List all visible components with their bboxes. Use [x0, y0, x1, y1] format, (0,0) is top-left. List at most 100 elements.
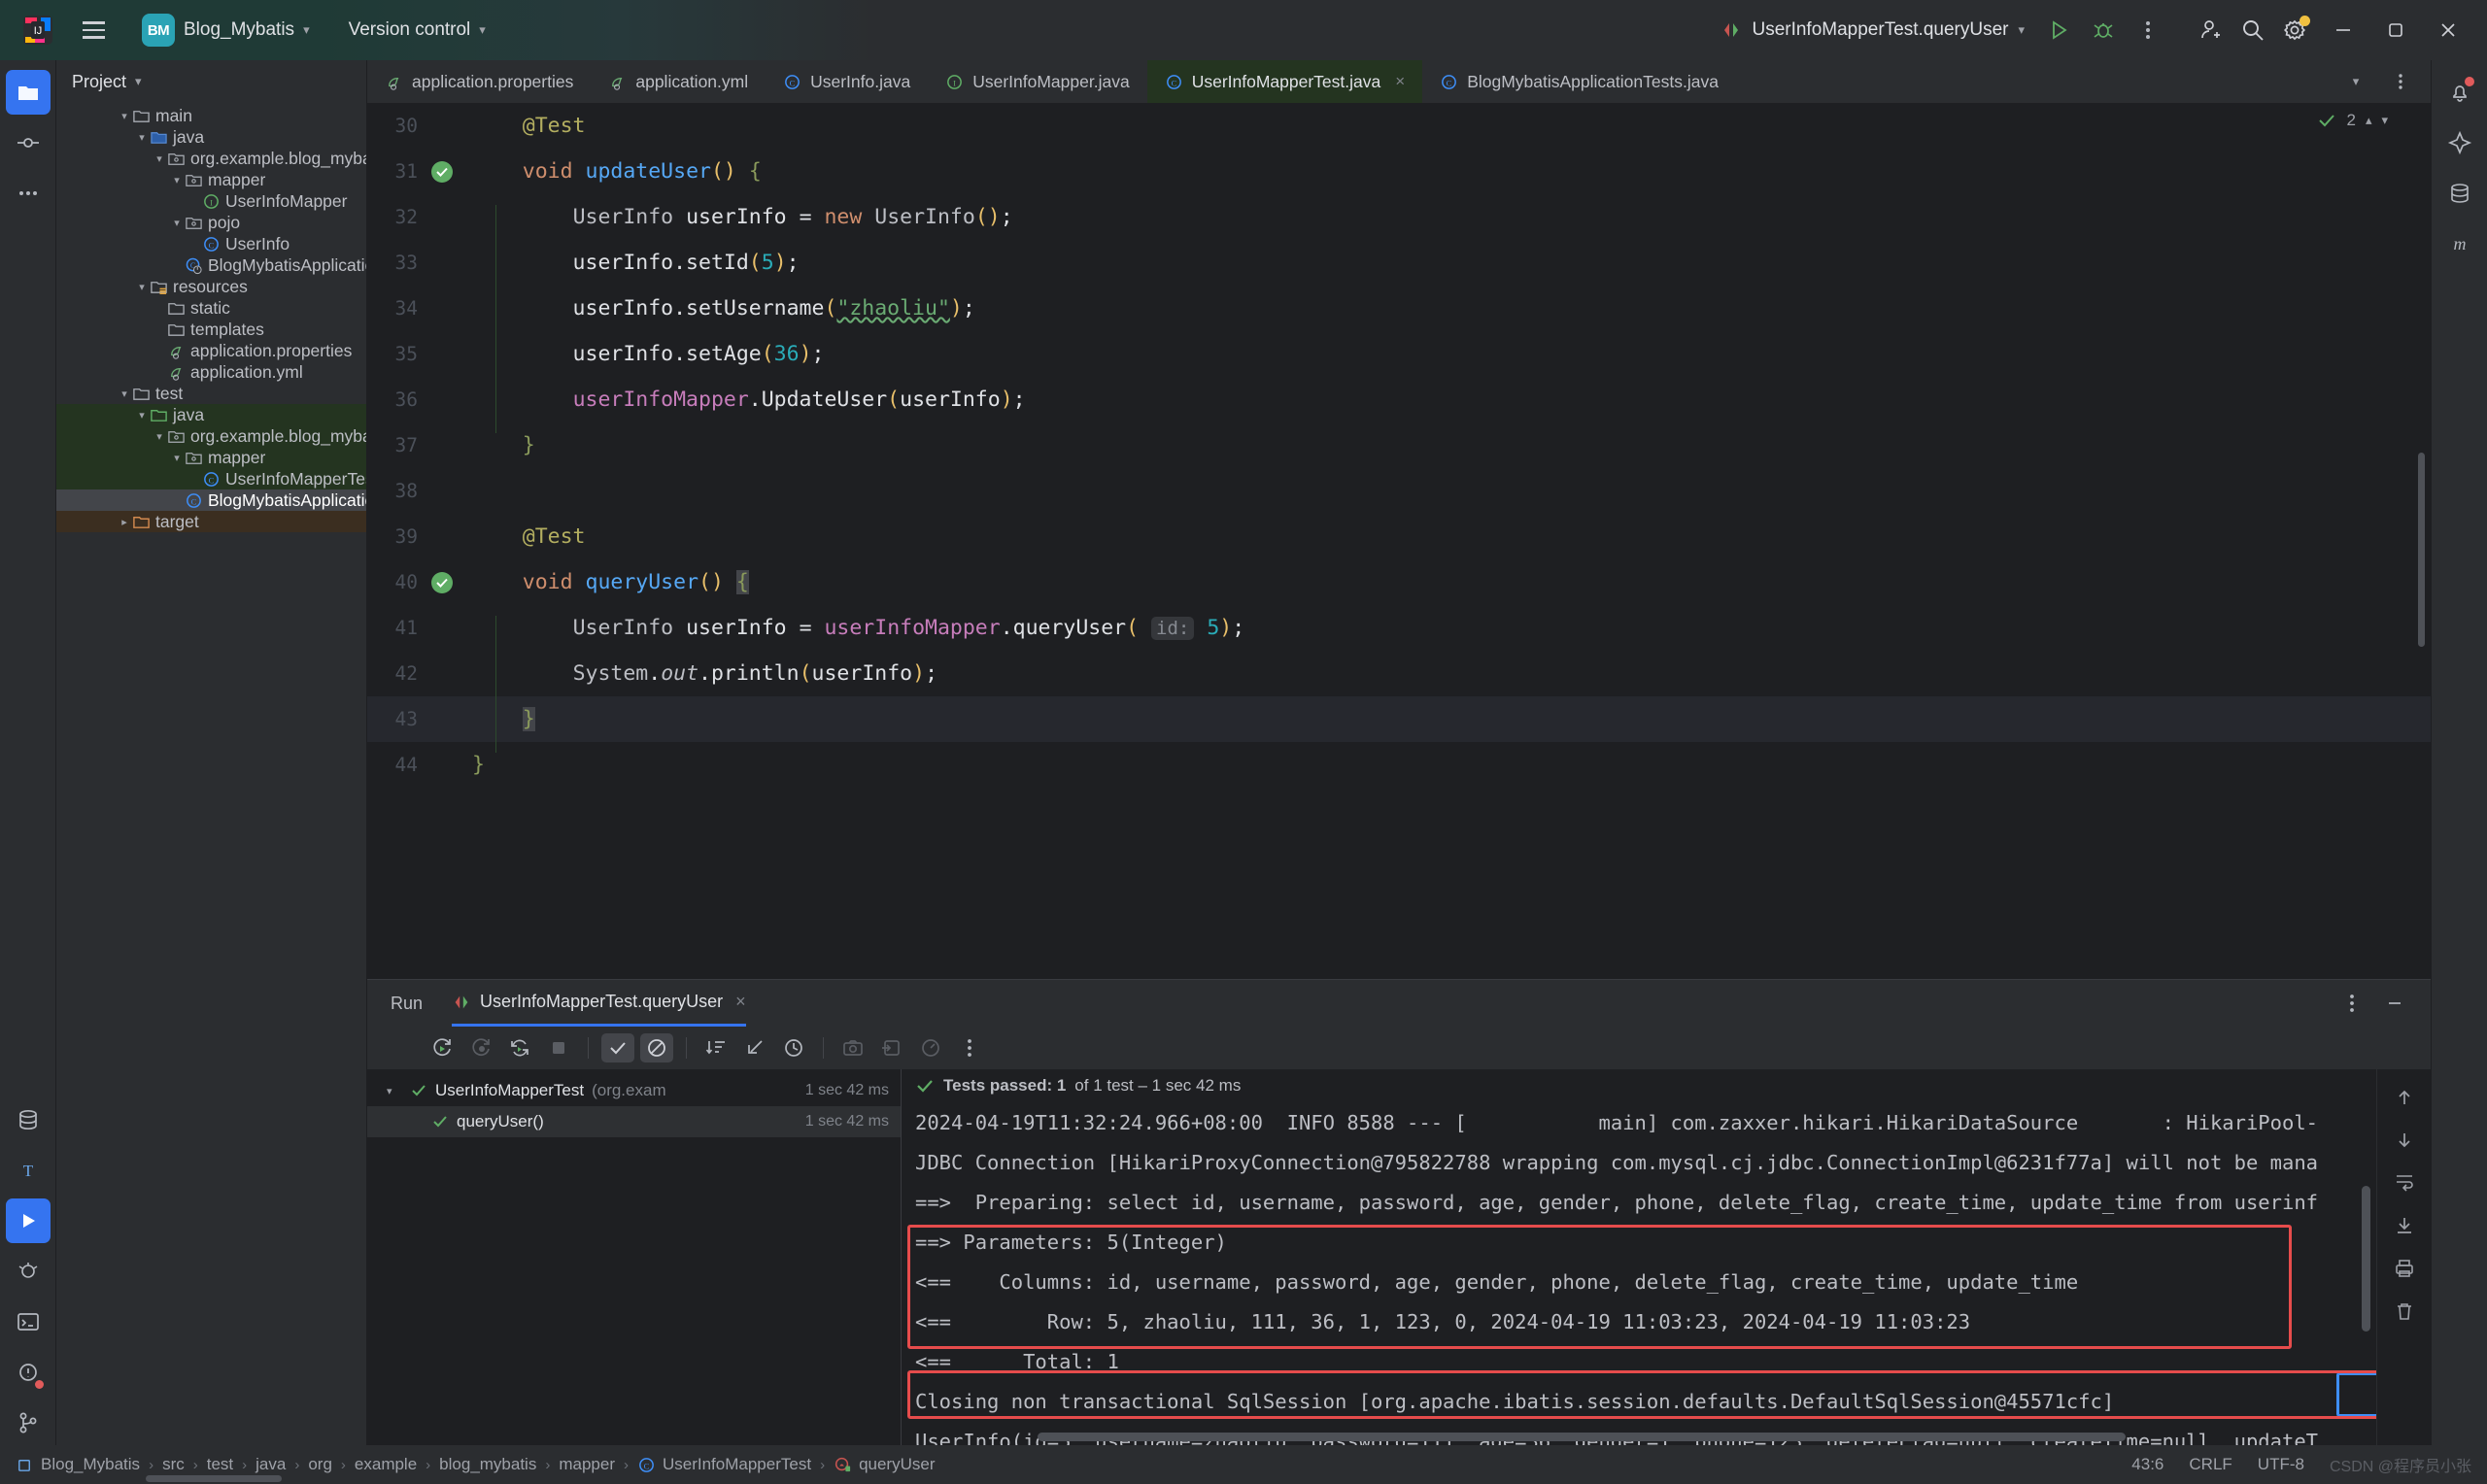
- console-output[interactable]: Tests passed: 1 of 1 test – 1 sec 42 ms …: [902, 1069, 2431, 1445]
- editor-tab-userinfo-java[interactable]: C UserInfo.java: [766, 60, 928, 103]
- tree-node-org-example-blog-mybatis[interactable]: ▾ org.example.blog_mybatis: [56, 425, 366, 447]
- tree-expand-arrow[interactable]: [152, 343, 167, 358]
- code-line-35[interactable]: 35 userInfo.setAge(36);: [367, 331, 2431, 388]
- scroll-up-icon[interactable]: [2388, 1083, 2421, 1112]
- tree-node-mapper[interactable]: ▾ mapper: [56, 447, 366, 468]
- tree-node-blogmybatisapplication[interactable]: C BlogMybatisApplication: [56, 254, 366, 276]
- inspection-widget[interactable]: 2 ▴ ▾: [2317, 111, 2388, 130]
- code-line-31[interactable]: 31 void updateUser() {: [367, 149, 2431, 194]
- debug-button[interactable]: [2083, 10, 2124, 51]
- breadcrumb-item-example[interactable]: example: [355, 1455, 417, 1474]
- tree-node-pojo[interactable]: ▾ pojo: [56, 212, 366, 233]
- tree-expand-arrow[interactable]: [169, 257, 185, 273]
- test-row-queryuser-[interactable]: queryUser() 1 sec 42 ms: [367, 1106, 901, 1137]
- run-panel-title[interactable]: Run: [387, 994, 426, 1014]
- tree-expand-arrow[interactable]: ▾: [117, 386, 132, 401]
- search-icon[interactable]: [2232, 10, 2273, 51]
- git-tool-window-button[interactable]: [6, 1400, 51, 1445]
- run-test-gutter-icon[interactable]: [431, 160, 453, 183]
- editor-tab-userinfomapper-java[interactable]: I UserInfoMapper.java: [928, 60, 1146, 103]
- code-line-34[interactable]: 34 userInfo.setUsername("zhaoliu");: [367, 286, 2431, 342]
- tree-node-test[interactable]: ▾ test: [56, 383, 366, 404]
- gear-icon[interactable]: [2275, 10, 2316, 51]
- code-line-42[interactable]: 42 System.out.println(userInfo);: [367, 651, 2431, 707]
- maven-button[interactable]: m: [2437, 221, 2482, 266]
- project-tree-horizontal-scrollbar[interactable]: [146, 1475, 282, 1482]
- stop-button[interactable]: [542, 1033, 575, 1062]
- code-line-38[interactable]: 38: [367, 468, 2431, 514]
- caret-position[interactable]: 43:6: [2131, 1455, 2163, 1474]
- version-control-selector[interactable]: Version control ▾: [339, 14, 495, 47]
- chevron-down-icon[interactable]: ▾: [2381, 113, 2388, 128]
- chevron-up-icon[interactable]: ▴: [2366, 113, 2372, 128]
- breadcrumb-item-blog-mybatis[interactable]: Blog_Mybatis: [16, 1455, 140, 1474]
- close-button[interactable]: [2423, 8, 2473, 52]
- breadcrumb-item-userinfomappertest[interactable]: C UserInfoMapperTest: [637, 1455, 811, 1474]
- code-line-33[interactable]: 33 userInfo.setId(5);: [367, 240, 2431, 296]
- tree-node-org-example-blog-mybatis[interactable]: ▾ org.example.blog_mybatis: [56, 148, 366, 169]
- breadcrumb-item-src[interactable]: src: [162, 1455, 185, 1474]
- tree-node-application-yml[interactable]: application.yml: [56, 361, 366, 383]
- test-results-tree[interactable]: ▾ UserInfoMapperTest (org.exam 1 sec 42 ms…: [367, 1069, 902, 1445]
- tree-node-resources[interactable]: ▾ resources: [56, 276, 366, 297]
- tree-node-target[interactable]: ▸ target: [56, 511, 366, 532]
- tree-expand-arrow[interactable]: [187, 236, 202, 252]
- code-line-41[interactable]: 41 UserInfo userInfo = userInfoMapper.qu…: [367, 605, 2431, 661]
- code-editor[interactable]: 30 @Test 31 void updateUser() {32 UserInf…: [367, 103, 2431, 979]
- tree-expand-arrow[interactable]: ▾: [134, 279, 150, 294]
- editor-tab-userinfomappertest-java[interactable]: C UserInfoMapperTest.java ×: [1146, 60, 1423, 103]
- breadcrumb-item-queryuser[interactable]: queryUser: [834, 1455, 935, 1474]
- breadcrumb-item-blog-mybatis[interactable]: blog_mybatis: [439, 1455, 536, 1474]
- tree-node-userinfomappertest[interactable]: C UserInfoMapperTest: [56, 468, 366, 489]
- more-options-button[interactable]: [953, 1033, 986, 1062]
- editor-viewport[interactable]: 30 @Test 31 void updateUser() {32 UserInf…: [367, 103, 2431, 979]
- terminal-tool-window-button[interactable]: [6, 1299, 51, 1344]
- more-tool-windows-button[interactable]: [6, 171, 51, 216]
- database-tool-window-button[interactable]: [6, 1097, 51, 1142]
- close-icon[interactable]: ×: [735, 992, 746, 1012]
- code-line-44[interactable]: 44}: [367, 742, 2431, 788]
- tree-expand-arrow[interactable]: ▾: [152, 151, 167, 166]
- coverage-button[interactable]: [914, 1033, 947, 1062]
- ai-assistant-button[interactable]: [2437, 120, 2482, 165]
- print-icon[interactable]: [2388, 1254, 2421, 1283]
- tree-node-templates[interactable]: templates: [56, 319, 366, 340]
- minimize-button[interactable]: [2318, 8, 2368, 52]
- structure-tool-window-button[interactable]: T: [6, 1148, 51, 1193]
- code-line-43[interactable]: 43 }: [367, 696, 2431, 753]
- import-tests-button[interactable]: [875, 1033, 908, 1062]
- notifications-button[interactable]: [2437, 70, 2482, 115]
- hamburger-menu-icon[interactable]: [74, 11, 113, 50]
- tree-expand-arrow[interactable]: ▾: [169, 450, 185, 465]
- test-history-button[interactable]: [777, 1033, 810, 1062]
- tree-expand-arrow[interactable]: ▾: [134, 129, 150, 145]
- editor-vertical-scrollbar[interactable]: [2418, 453, 2425, 647]
- tree-expand-arrow[interactable]: [152, 364, 167, 380]
- soft-wrap-icon[interactable]: [2388, 1168, 2421, 1197]
- show-ignored-toggle[interactable]: [640, 1033, 673, 1062]
- close-icon[interactable]: ×: [1395, 72, 1405, 91]
- run-configuration-selector[interactable]: UserInfoMapperTest.queryUser ▾: [1711, 15, 2034, 46]
- tree-node-blogmybatisapplicationtests[interactable]: C BlogMybatisApplicationTests: [56, 489, 366, 511]
- editor-tab-blogmybatisapplicationtests-java[interactable]: C BlogMybatisApplicationTests.java: [1422, 60, 1736, 103]
- toggle-auto-test-button[interactable]: [503, 1033, 536, 1062]
- tree-expand-arrow[interactable]: ▾: [152, 428, 167, 444]
- show-passed-toggle[interactable]: [601, 1033, 634, 1062]
- tree-expand-arrow[interactable]: ▸: [117, 514, 132, 529]
- tree-node-main[interactable]: ▾ main: [56, 105, 366, 126]
- sort-by-duration-button[interactable]: [699, 1033, 732, 1062]
- rerun-failed-button[interactable]: [464, 1033, 497, 1062]
- rerun-button[interactable]: [426, 1033, 459, 1062]
- editor-tab-application-yml[interactable]: application.yml: [591, 60, 766, 103]
- project-tool-window-button[interactable]: [5, 70, 51, 115]
- code-line-32[interactable]: 32 UserInfo userInfo = new UserInfo();: [367, 194, 2431, 251]
- chevron-down-icon[interactable]: ▾: [2335, 61, 2376, 102]
- commit-tool-window-button[interactable]: [6, 120, 51, 165]
- tree-expand-arrow[interactable]: [152, 300, 167, 316]
- tree-node-mapper[interactable]: ▾ mapper: [56, 169, 366, 190]
- debug-tool-window-button[interactable]: [6, 1249, 51, 1294]
- collapse-all-button[interactable]: [738, 1033, 771, 1062]
- run-button[interactable]: [2038, 10, 2079, 51]
- tree-expand-arrow[interactable]: [187, 193, 202, 209]
- tree-node-userinfo[interactable]: C UserInfo: [56, 233, 366, 254]
